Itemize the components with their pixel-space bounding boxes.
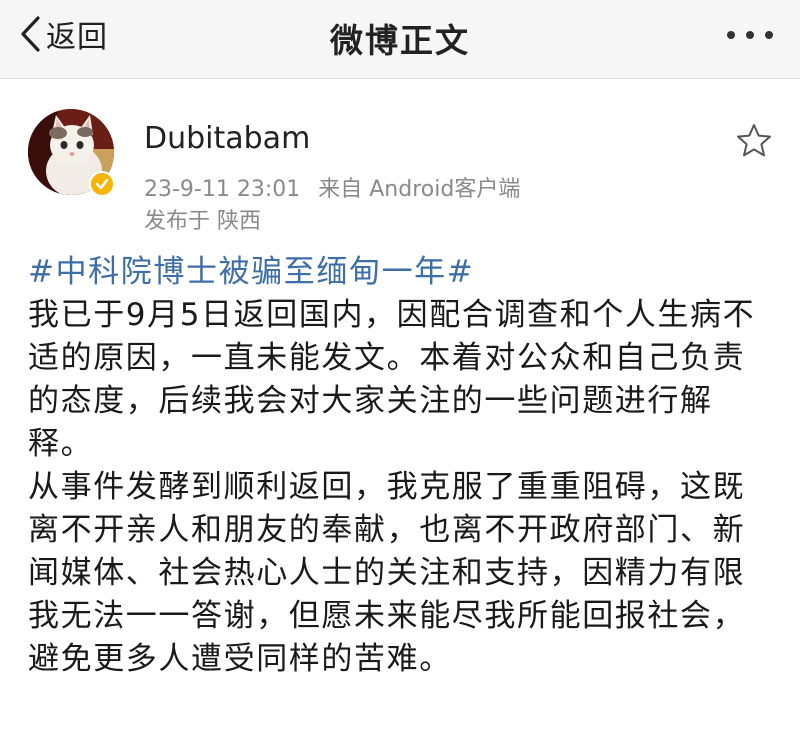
star-outline-icon[interactable] (734, 121, 774, 161)
post-paragraph: 从事件发酵到顺利返回，我克服了重重阻碍，这既离不开亲人和朋友的奉献，也离不开政府… (28, 469, 746, 677)
post-source: 来自 Android客户端 (318, 177, 521, 202)
more-dots-icon[interactable] (724, 24, 776, 46)
post-time: 23-9-11 23:01 (144, 177, 301, 202)
top-navbar: 返回 微博正文 (0, 0, 800, 79)
post-location: 发布于 陕西 (144, 209, 261, 234)
post-paragraph: 我已于9月5日返回国内，因配合调查和个人生病不适的原因，一直未能发文。本着对公众… (28, 297, 756, 462)
post-body: #中科院博士被骗至缅甸一年# 我已于9月5日返回国内，因配合调查和个人生病不适的… (28, 251, 772, 681)
hashtag-link[interactable]: #中科院博士被骗至缅甸一年# (28, 251, 772, 294)
author-name[interactable]: Dubitabam (144, 121, 310, 156)
post-meta: 23-9-11 23:01 来自 Android客户端 (144, 171, 520, 203)
post-card: Dubitabam 23-9-11 23:01 来自 Android客户端 发布于… (0, 79, 800, 740)
verified-badge-icon (89, 171, 115, 197)
page-title: 微博正文 (330, 21, 470, 60)
